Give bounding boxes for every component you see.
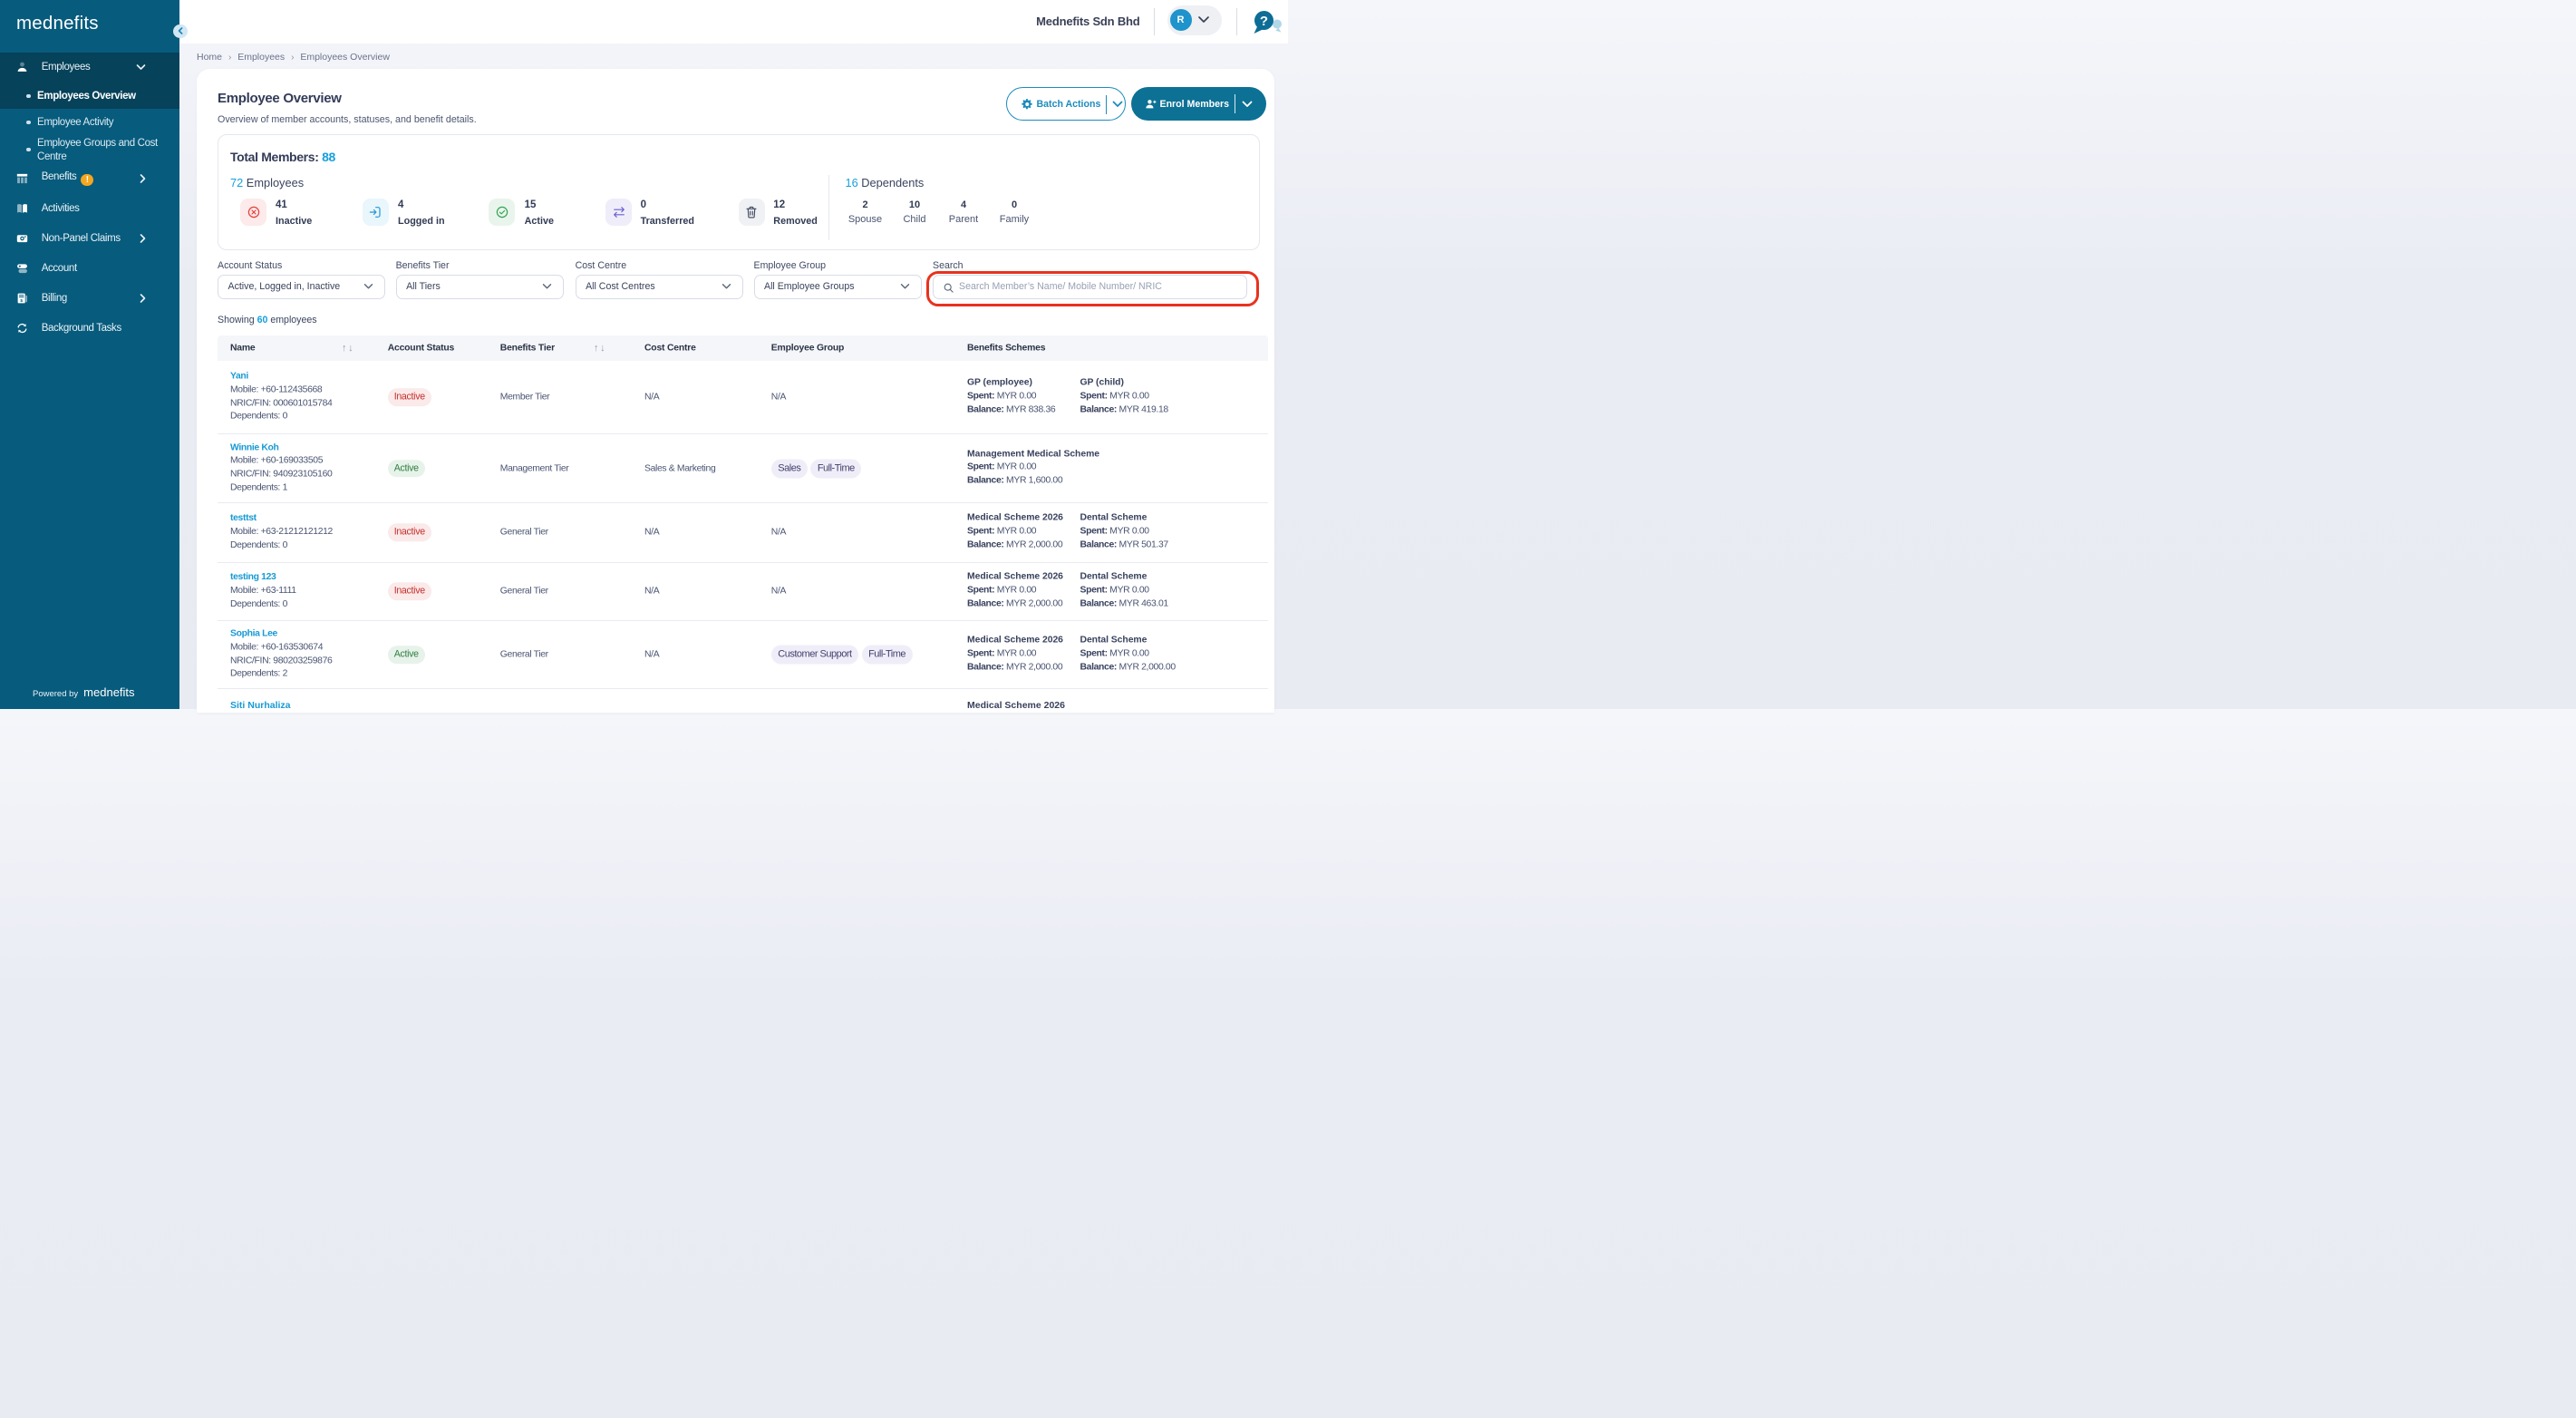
svg-text:?: ? — [1260, 14, 1268, 29]
